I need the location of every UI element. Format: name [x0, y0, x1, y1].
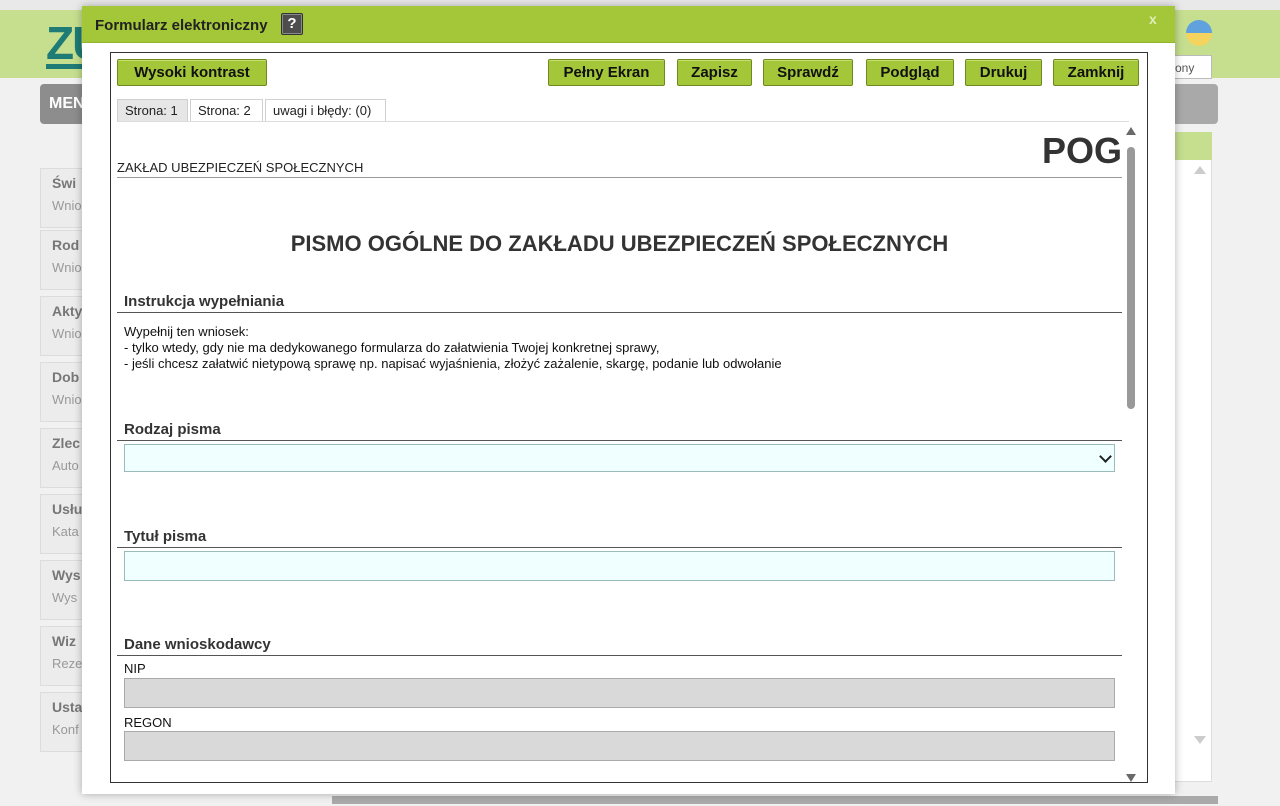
close-icon[interactable]: x — [1149, 11, 1157, 27]
tab-page-1[interactable]: Strona: 1 — [117, 99, 188, 121]
electronic-form-dialog: Formularz elektroniczny ? x Wysoki kontr… — [82, 6, 1175, 794]
scrollbar-thumb[interactable] — [1127, 147, 1135, 409]
instruction-section-header: Instrukcja wypełniania — [117, 293, 1122, 313]
scroll-down-icon[interactable] — [1126, 774, 1136, 782]
letter-type-header: Rodzaj pisma — [117, 421, 1122, 441]
scroll-up-icon[interactable] — [1126, 127, 1136, 135]
ukraine-flag-icon[interactable] — [1186, 20, 1212, 46]
instruction-line: Wypełnij ten wniosek: — [124, 324, 249, 339]
letter-type-select[interactable] — [124, 444, 1115, 472]
nip-field — [124, 678, 1115, 708]
tab-remarks-errors[interactable]: uwagi i błędy: (0) — [265, 99, 386, 121]
background-scroll-down-icon[interactable] — [1194, 736, 1206, 744]
background-scroll-up-icon[interactable] — [1194, 166, 1206, 174]
help-icon[interactable]: ? — [281, 13, 303, 35]
nip-label: NIP — [124, 661, 146, 676]
dialog-titlebar[interactable]: Formularz elektroniczny ? x — [82, 6, 1175, 43]
instruction-line: - jeśli chcesz załatwić nietypową sprawę… — [124, 356, 782, 371]
document-title: PISMO OGÓLNE DO ZAKŁADU UBEZPIECZEŃ SPOŁ… — [290, 231, 949, 256]
instruction-line: - tylko wtedy, gdy nie ma dedykowanego f… — [124, 340, 660, 355]
preview-button[interactable]: Podgląd — [866, 59, 954, 86]
high-contrast-button[interactable]: Wysoki kontrast — [117, 59, 267, 86]
fullscreen-button[interactable]: Pełny Ekran — [548, 59, 665, 86]
close-form-button[interactable]: Zamknij — [1053, 59, 1139, 86]
check-button[interactable]: Sprawdź — [763, 59, 853, 86]
form-content: POG ZAKŁAD UBEZPIECZEŃ SPOŁECZNYCH PISMO… — [117, 122, 1122, 782]
letter-title-header: Tytuł pisma — [117, 528, 1122, 548]
background-logo-underline — [46, 64, 86, 69]
background-bottom-scrollbar — [332, 796, 1218, 804]
letter-title-input[interactable] — [124, 551, 1115, 581]
form-frame: Wysoki kontrast Pełny Ekran Zapisz Spraw… — [110, 52, 1148, 783]
applicant-data-header: Dane wnioskodawcy — [117, 636, 1122, 656]
chevron-down-icon — [1099, 450, 1112, 463]
dialog-title: Formularz elektroniczny — [95, 17, 268, 34]
organization-name: ZAKŁAD UBEZPIECZEŃ SPOŁECZNYCH — [117, 160, 1122, 178]
form-scrollbar[interactable] — [1124, 123, 1138, 782]
regon-field — [124, 731, 1115, 761]
instructions-text: Wypełnij ten wniosek: - tylko wtedy, gdy… — [124, 324, 782, 372]
tab-page-2[interactable]: Strona: 2 — [190, 99, 263, 121]
print-button[interactable]: Drukuj — [965, 59, 1042, 86]
save-button[interactable]: Zapisz — [677, 59, 752, 86]
regon-label: REGON — [124, 715, 172, 730]
